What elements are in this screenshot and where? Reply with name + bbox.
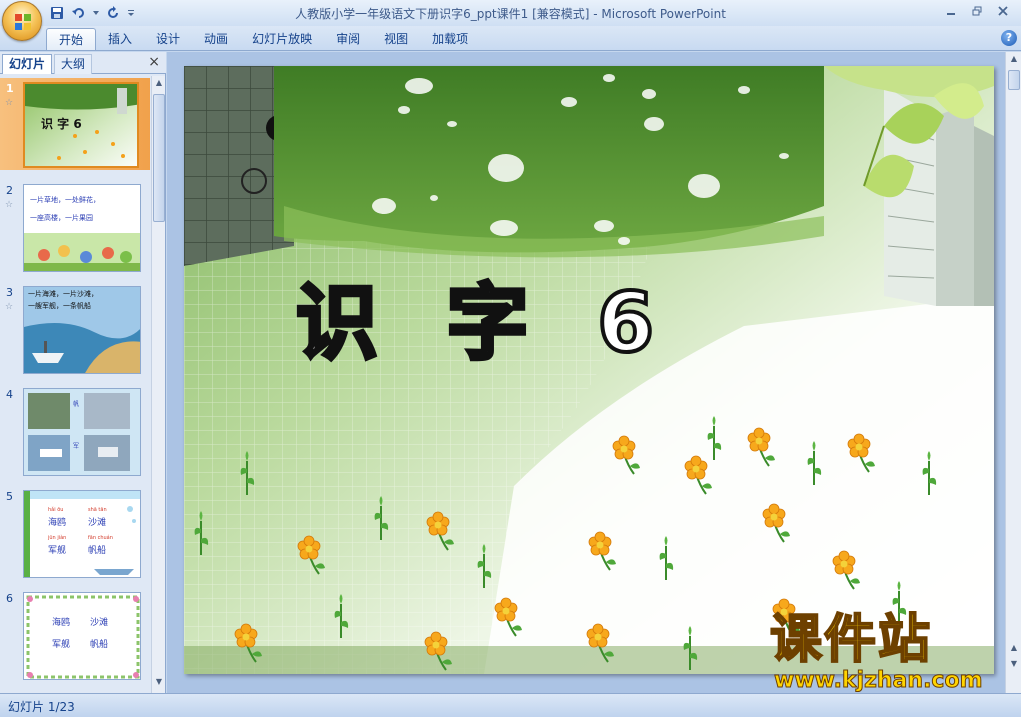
tab-view[interactable]: 视图 xyxy=(372,28,420,50)
slide-6-word-3: 军舰 xyxy=(52,640,71,650)
slides-panel: 幻灯片 大纲 × 1 ☆ 识 字 6 2 ☆ 一片草地，一处鲜花， 一座高楼，一… xyxy=(0,52,166,693)
slide-thumbnail-6[interactable]: 6 海鸥 沙滩 军舰 帆船 xyxy=(0,588,150,680)
watermark-text: 课件站 xyxy=(769,610,933,670)
ribbon-tabs: 开始 插入 设计 动画 幻灯片放映 审阅 视图 加载项 ? xyxy=(0,26,1021,51)
tab-review[interactable]: 审阅 xyxy=(324,28,372,50)
app-name: - Microsoft PowerPoint xyxy=(589,7,726,21)
slide-5-word-1: 海鸥 xyxy=(48,518,67,528)
slide-preview: hǎi ōu 海鸥 shā tān 沙滩 jūn jiàn 军舰 fān chu… xyxy=(23,490,141,578)
slide-2-line-2: 一座高楼，一片果园 xyxy=(30,214,93,222)
document-name: 人教版小学一年级语文下册识字6_ppt课件1 [兼容模式] xyxy=(295,7,590,21)
slide-number: 1 xyxy=(6,82,14,95)
watermark-url: www.kjzhan.com xyxy=(774,668,984,694)
slide-preview: 一片海滩，一片沙滩， 一艘军舰，一条帆船 xyxy=(23,286,141,374)
slide-6-word-4: 帆船 xyxy=(90,640,109,650)
watermark-logo: 课件站 www.kjzhan.com xyxy=(769,610,1010,694)
slide-5-word-4: 帆船 xyxy=(88,546,107,556)
slide-1-flowers xyxy=(57,130,125,160)
slide-6-word-2: 沙滩 xyxy=(90,618,109,628)
slide-title[interactable]: 识 字 6 xyxy=(294,276,674,372)
tab-outline[interactable]: 大纲 xyxy=(54,54,93,74)
slide-3-line-1: 一片海滩，一片沙滩， xyxy=(28,290,98,298)
slide-6-word-1: 海鸥 xyxy=(52,618,71,628)
animation-star-icon: ☆ xyxy=(5,302,14,312)
slide-4-label-1: 帆 xyxy=(73,401,80,408)
close-panel-icon[interactable]: × xyxy=(148,54,160,70)
slide-thumbnail-list: 1 ☆ 识 字 6 2 ☆ 一片草地，一处鲜花， 一座高楼，一片果园 3 ☆ 一… xyxy=(0,76,150,693)
slide-number: 6 xyxy=(6,592,13,605)
scroll-up-arrow-icon[interactable]: ▲ xyxy=(1008,54,1020,68)
tab-insert[interactable]: 插入 xyxy=(96,28,144,50)
slide-thumbnail-2[interactable]: 2 ☆ 一片草地，一处鲜花， 一座高楼，一片果园 xyxy=(0,180,150,272)
slide-number: 4 xyxy=(6,388,13,401)
slide-thumbnail-1[interactable]: 1 ☆ 识 字 6 xyxy=(0,78,150,170)
thumbnail-scrollbar[interactable]: ▲ ▼ xyxy=(151,76,165,693)
tab-home[interactable]: 开始 xyxy=(46,28,97,50)
scroll-up-arrow-icon[interactable]: ▲ xyxy=(153,78,165,92)
restore-icon[interactable] xyxy=(965,2,989,20)
panel-tabs: 幻灯片 大纲 × xyxy=(0,52,166,74)
animation-star-icon: ☆ xyxy=(5,98,14,108)
slide-4-label-2: 军 xyxy=(73,443,80,450)
slide-thumbnail-5[interactable]: 5 hǎi ōu 海鸥 shā tān 沙滩 jūn jiàn 军舰 fān c… xyxy=(0,486,150,578)
slide-5-pinyin-3: jūn jiàn xyxy=(48,535,67,541)
slide-number: 3 xyxy=(6,286,13,299)
slide-5-pinyin-4: fān chuán xyxy=(88,535,113,541)
status-bar: 幻灯片 1/23 xyxy=(0,693,1021,717)
tab-design[interactable]: 设计 xyxy=(144,28,192,50)
slide-editor: 识 字 6 ▲ ▲ ▼ xyxy=(167,52,1021,693)
title-bar: 人教版小学一年级语文下册识字6_ppt课件1 [兼容模式] - Microsof… xyxy=(0,0,1021,41)
scroll-thumb[interactable] xyxy=(1008,70,1020,90)
slide-3-line-2: 一艘军舰，一条帆船 xyxy=(28,302,91,310)
slide-thumbnail-4[interactable]: 4 帆 军 xyxy=(0,384,150,476)
tab-animations[interactable]: 动画 xyxy=(192,28,240,50)
scroll-down-arrow-icon[interactable]: ▼ xyxy=(153,677,165,691)
help-icon[interactable]: ? xyxy=(1001,30,1017,46)
tab-slides[interactable]: 幻灯片 xyxy=(2,54,53,74)
slide-5-pinyin-2: shā tān xyxy=(88,507,107,513)
slide-number: 2 xyxy=(6,184,13,197)
close-icon[interactable] xyxy=(991,2,1015,20)
slide-counter: 幻灯片 1/23 xyxy=(8,700,75,714)
slide-preview: 一片草地，一处鲜花， 一座高楼，一片果园 xyxy=(23,184,141,272)
window-title: 人教版小学一年级语文下册识字6_ppt课件1 [兼容模式] - Microsof… xyxy=(0,5,1021,22)
slide-5-word-2: 沙滩 xyxy=(88,518,107,528)
slide-5-decoration xyxy=(24,491,140,577)
animation-star-icon: ☆ xyxy=(5,200,14,210)
slide-2-illustration xyxy=(24,233,140,271)
slide-5-pinyin-1: hǎi ōu xyxy=(48,507,64,513)
tab-addins[interactable]: 加载项 xyxy=(420,28,480,50)
office-logo-icon xyxy=(15,14,31,30)
slide-preview: 海鸥 沙滩 军舰 帆船 xyxy=(23,592,141,680)
slide-thumbnail-3[interactable]: 3 ☆ 一片海滩，一片沙滩， 一艘军舰，一条帆船 xyxy=(0,282,150,374)
slide-preview: 帆 军 xyxy=(23,388,141,476)
scroll-thumb[interactable] xyxy=(153,94,165,222)
slide-2-line-1: 一片草地，一处鲜花， xyxy=(30,196,100,204)
slide-scrollbar[interactable]: ▲ ▲ ▼ xyxy=(1005,52,1021,693)
slide-5-word-3: 军舰 xyxy=(48,546,67,556)
slide-6-border xyxy=(24,593,140,679)
tab-slideshow[interactable]: 幻灯片放映 xyxy=(240,28,324,50)
window-controls xyxy=(939,2,1015,20)
slide-number: 5 xyxy=(6,490,13,503)
minimize-icon[interactable] xyxy=(939,2,963,20)
slide-preview: 识 字 6 xyxy=(23,82,139,168)
current-slide[interactable]: 识 字 6 xyxy=(184,66,994,674)
slide-4-photos xyxy=(28,393,130,471)
office-button[interactable] xyxy=(2,1,42,41)
